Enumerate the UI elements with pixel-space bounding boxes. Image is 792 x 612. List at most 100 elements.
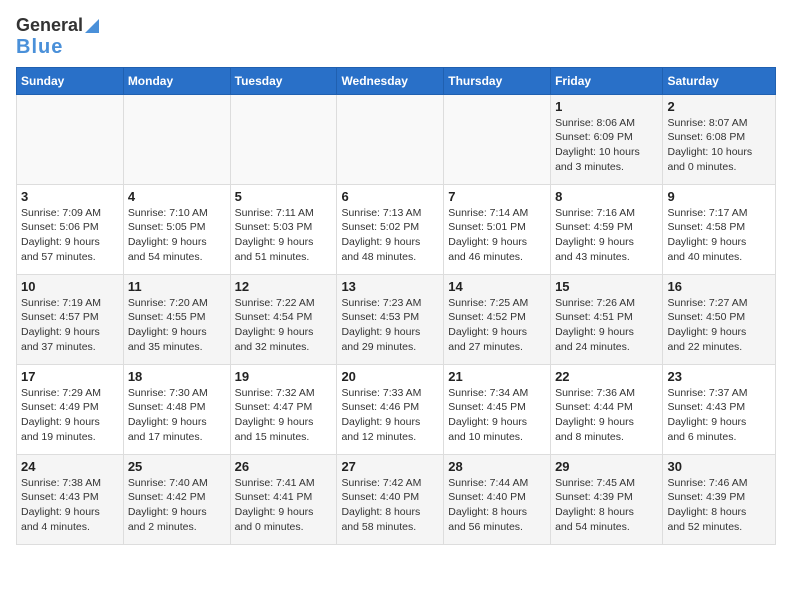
calendar-cell: 22 Sunrise: 7:36 AM Sunset: 4:44 PM Dayli… <box>551 364 663 454</box>
day-info: Sunrise: 7:11 AM Sunset: 5:03 PM Dayligh… <box>235 206 333 265</box>
day-info: Sunrise: 8:07 AM Sunset: 6:08 PM Dayligh… <box>667 116 771 175</box>
logo: General Blue <box>16 16 99 59</box>
day-number: 24 <box>21 459 119 474</box>
calendar-cell: 14 Sunrise: 7:25 AM Sunset: 4:52 PM Dayli… <box>444 274 551 364</box>
day-number: 23 <box>667 369 771 384</box>
calendar-cell: 23 Sunrise: 7:37 AM Sunset: 4:43 PM Dayli… <box>663 364 776 454</box>
calendar-cell <box>337 94 444 184</box>
calendar-cell: 24 Sunrise: 7:38 AM Sunset: 4:43 PM Dayli… <box>17 454 124 544</box>
logo-text: General <box>16 16 99 36</box>
day-info: Sunrise: 7:36 AM Sunset: 4:44 PM Dayligh… <box>555 386 658 445</box>
day-number: 7 <box>448 189 546 204</box>
calendar-cell: 15 Sunrise: 7:26 AM Sunset: 4:51 PM Dayli… <box>551 274 663 364</box>
calendar-cell: 27Sunrise: 7:42 AM Sunset: 4:40 PM Dayli… <box>337 454 444 544</box>
day-info: Sunrise: 7:34 AM Sunset: 4:45 PM Dayligh… <box>448 386 546 445</box>
day-number: 17 <box>21 369 119 384</box>
day-number: 12 <box>235 279 333 294</box>
day-number: 16 <box>667 279 771 294</box>
day-number: 29 <box>555 459 658 474</box>
day-info: Sunrise: 7:27 AM Sunset: 4:50 PM Dayligh… <box>667 296 771 355</box>
calendar-cell: 6 Sunrise: 7:13 AM Sunset: 5:02 PM Daylig… <box>337 184 444 274</box>
day-number: 10 <box>21 279 119 294</box>
day-info: Sunrise: 7:40 AM Sunset: 4:42 PM Dayligh… <box>128 476 226 535</box>
day-number: 3 <box>21 189 119 204</box>
calendar-cell: 5 Sunrise: 7:11 AM Sunset: 5:03 PM Daylig… <box>230 184 337 274</box>
calendar-cell: 20 Sunrise: 7:33 AM Sunset: 4:46 PM Dayli… <box>337 364 444 454</box>
day-info: Sunrise: 7:41 AM Sunset: 4:41 PM Dayligh… <box>235 476 333 535</box>
header-monday: Monday <box>123 67 230 94</box>
day-number: 21 <box>448 369 546 384</box>
day-number: 26 <box>235 459 333 474</box>
header-tuesday: Tuesday <box>230 67 337 94</box>
day-number: 28 <box>448 459 546 474</box>
day-number: 5 <box>235 189 333 204</box>
calendar-cell <box>230 94 337 184</box>
day-number: 13 <box>341 279 439 294</box>
day-info: Sunrise: 7:16 AM Sunset: 4:59 PM Dayligh… <box>555 206 658 265</box>
calendar-cell <box>444 94 551 184</box>
calendar-cell: 9 Sunrise: 7:17 AM Sunset: 4:58 PM Daylig… <box>663 184 776 274</box>
day-info: Sunrise: 7:38 AM Sunset: 4:43 PM Dayligh… <box>21 476 119 535</box>
day-number: 6 <box>341 189 439 204</box>
day-info: Sunrise: 7:30 AM Sunset: 4:48 PM Dayligh… <box>128 386 226 445</box>
week-row-2: 3 Sunrise: 7:09 AM Sunset: 5:06 PM Daylig… <box>17 184 776 274</box>
day-info: Sunrise: 7:46 AM Sunset: 4:39 PM Dayligh… <box>667 476 771 535</box>
calendar-cell: 7 Sunrise: 7:14 AM Sunset: 5:01 PM Daylig… <box>444 184 551 274</box>
day-number: 20 <box>341 369 439 384</box>
calendar-cell: 21 Sunrise: 7:34 AM Sunset: 4:45 PM Dayli… <box>444 364 551 454</box>
day-info: Sunrise: 7:26 AM Sunset: 4:51 PM Dayligh… <box>555 296 658 355</box>
logo-blue: Blue <box>16 36 63 59</box>
day-number: 2 <box>667 99 771 114</box>
header-friday: Friday <box>551 67 663 94</box>
day-info: Sunrise: 7:09 AM Sunset: 5:06 PM Dayligh… <box>21 206 119 265</box>
header-thursday: Thursday <box>444 67 551 94</box>
week-row-5: 24 Sunrise: 7:38 AM Sunset: 4:43 PM Dayli… <box>17 454 776 544</box>
week-row-3: 10Sunrise: 7:19 AM Sunset: 4:57 PM Dayli… <box>17 274 776 364</box>
day-info: Sunrise: 7:45 AM Sunset: 4:39 PM Dayligh… <box>555 476 658 535</box>
calendar-cell: 16 Sunrise: 7:27 AM Sunset: 4:50 PM Dayli… <box>663 274 776 364</box>
calendar-cell: 29 Sunrise: 7:45 AM Sunset: 4:39 PM Dayli… <box>551 454 663 544</box>
day-info: Sunrise: 7:13 AM Sunset: 5:02 PM Dayligh… <box>341 206 439 265</box>
calendar-cell: 17 Sunrise: 7:29 AM Sunset: 4:49 PM Dayli… <box>17 364 124 454</box>
day-number: 25 <box>128 459 226 474</box>
calendar-cell: 3 Sunrise: 7:09 AM Sunset: 5:06 PM Daylig… <box>17 184 124 274</box>
calendar-cell: 11 Sunrise: 7:20 AM Sunset: 4:55 PM Dayli… <box>123 274 230 364</box>
day-info: Sunrise: 7:20 AM Sunset: 4:55 PM Dayligh… <box>128 296 226 355</box>
day-number: 1 <box>555 99 658 114</box>
day-info: Sunrise: 7:29 AM Sunset: 4:49 PM Dayligh… <box>21 386 119 445</box>
calendar-cell: 18 Sunrise: 7:30 AM Sunset: 4:48 PM Dayli… <box>123 364 230 454</box>
day-info: Sunrise: 7:14 AM Sunset: 5:01 PM Dayligh… <box>448 206 546 265</box>
calendar-cell: 26 Sunrise: 7:41 AM Sunset: 4:41 PM Dayli… <box>230 454 337 544</box>
day-info: Sunrise: 7:32 AM Sunset: 4:47 PM Dayligh… <box>235 386 333 445</box>
calendar-table: SundayMondayTuesdayWednesdayThursdayFrid… <box>16 67 776 545</box>
day-number: 30 <box>667 459 771 474</box>
calendar-cell: 10Sunrise: 7:19 AM Sunset: 4:57 PM Dayli… <box>17 274 124 364</box>
calendar-cell: 28 Sunrise: 7:44 AM Sunset: 4:40 PM Dayli… <box>444 454 551 544</box>
day-number: 18 <box>128 369 226 384</box>
calendar-cell: 30 Sunrise: 7:46 AM Sunset: 4:39 PM Dayli… <box>663 454 776 544</box>
calendar-cell: 2 Sunrise: 8:07 AM Sunset: 6:08 PM Daylig… <box>663 94 776 184</box>
week-row-1: 1Sunrise: 8:06 AM Sunset: 6:09 PM Daylig… <box>17 94 776 184</box>
day-number: 22 <box>555 369 658 384</box>
day-info: Sunrise: 7:44 AM Sunset: 4:40 PM Dayligh… <box>448 476 546 535</box>
calendar-cell: 4Sunrise: 7:10 AM Sunset: 5:05 PM Daylig… <box>123 184 230 274</box>
calendar-cell: 19 Sunrise: 7:32 AM Sunset: 4:47 PM Dayli… <box>230 364 337 454</box>
day-number: 9 <box>667 189 771 204</box>
day-info: Sunrise: 7:17 AM Sunset: 4:58 PM Dayligh… <box>667 206 771 265</box>
calendar-cell: 25 Sunrise: 7:40 AM Sunset: 4:42 PM Dayli… <box>123 454 230 544</box>
day-info: Sunrise: 7:23 AM Sunset: 4:53 PM Dayligh… <box>341 296 439 355</box>
day-number: 14 <box>448 279 546 294</box>
day-info: Sunrise: 7:25 AM Sunset: 4:52 PM Dayligh… <box>448 296 546 355</box>
day-info: Sunrise: 7:37 AM Sunset: 4:43 PM Dayligh… <box>667 386 771 445</box>
week-row-4: 17 Sunrise: 7:29 AM Sunset: 4:49 PM Dayli… <box>17 364 776 454</box>
calendar-cell: 12Sunrise: 7:22 AM Sunset: 4:54 PM Dayli… <box>230 274 337 364</box>
day-number: 19 <box>235 369 333 384</box>
header-saturday: Saturday <box>663 67 776 94</box>
calendar-cell: 1Sunrise: 8:06 AM Sunset: 6:09 PM Daylig… <box>551 94 663 184</box>
day-number: 11 <box>128 279 226 294</box>
calendar-cell: 8Sunrise: 7:16 AM Sunset: 4:59 PM Daylig… <box>551 184 663 274</box>
day-info: Sunrise: 7:33 AM Sunset: 4:46 PM Dayligh… <box>341 386 439 445</box>
day-number: 4 <box>128 189 226 204</box>
day-number: 15 <box>555 279 658 294</box>
day-number: 27 <box>341 459 439 474</box>
